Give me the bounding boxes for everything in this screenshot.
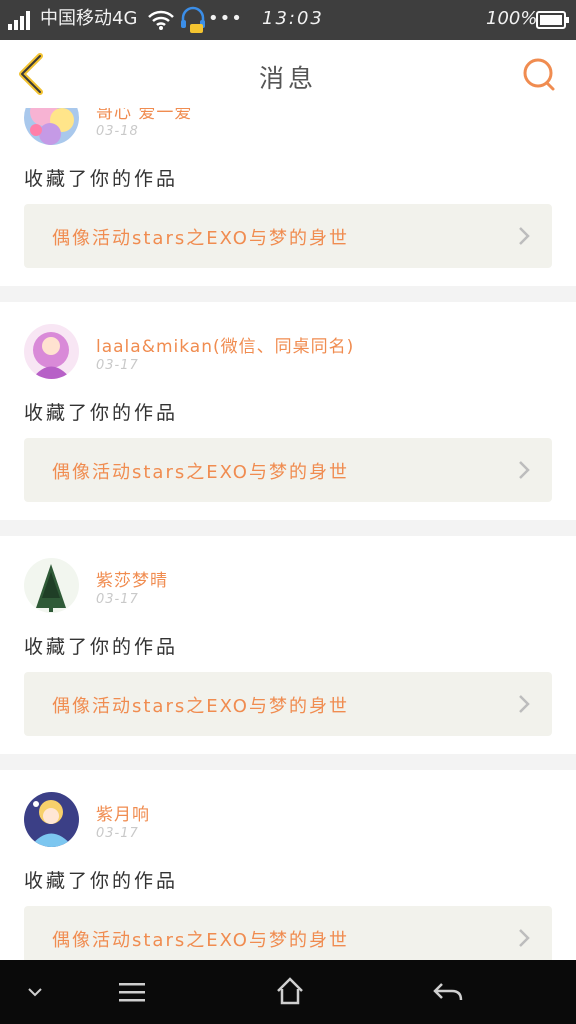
user-name[interactable]: laala&mikan(微信、同桌同名) (96, 332, 354, 357)
message-item[interactable]: 哥心 爱一爱 03-18 收藏了你的作品 偶像活动stars之EXO与梦的身世 (0, 108, 576, 286)
chevron-right-icon (519, 929, 530, 947)
signal-icon (8, 11, 30, 30)
wifi-icon (148, 10, 174, 30)
work-link[interactable]: 偶像活动stars之EXO与梦的身世 (24, 438, 552, 502)
back-arrow-icon[interactable] (432, 980, 464, 1004)
status-bar: 中国移动4G ••• 13:03 100% (0, 0, 576, 40)
avatar[interactable] (24, 324, 79, 379)
more-dots: ••• (208, 8, 243, 29)
avatar[interactable] (24, 558, 79, 613)
message-action: 收藏了你的作品 (24, 870, 179, 892)
message-date: 03-17 (96, 826, 139, 841)
carrier-text: 中国移动4G (40, 8, 138, 29)
avatar[interactable] (24, 108, 79, 145)
battery-icon (536, 11, 569, 29)
message-action: 收藏了你的作品 (24, 168, 179, 190)
battery-percent: 100% (486, 8, 538, 29)
clock: 13:03 (262, 8, 324, 29)
work-title: 偶像活动stars之EXO与梦的身世 (52, 696, 349, 717)
message-list[interactable]: 哥心 爱一爱 03-18 收藏了你的作品 偶像活动stars之EXO与梦的身世 … (0, 108, 576, 960)
message-action: 收藏了你的作品 (24, 636, 179, 658)
chevron-right-icon (519, 461, 530, 479)
work-link[interactable]: 偶像活动stars之EXO与梦的身世 (24, 906, 552, 960)
nav-bar: 消息 (0, 40, 576, 109)
message-date: 03-17 (96, 358, 139, 373)
search-icon[interactable] (520, 56, 558, 94)
message-item[interactable]: laala&mikan(微信、同桌同名) 03-17 收藏了你的作品 偶像活动s… (0, 302, 576, 520)
work-title: 偶像活动stars之EXO与梦的身世 (52, 930, 349, 951)
chevron-down-icon[interactable] (26, 986, 44, 998)
work-title: 偶像活动stars之EXO与梦的身世 (52, 228, 349, 249)
message-date: 03-18 (96, 124, 139, 139)
work-link[interactable]: 偶像活动stars之EXO与梦的身世 (24, 672, 552, 736)
user-name[interactable]: 紫月响 (96, 800, 150, 825)
system-nav-bar (0, 960, 576, 1024)
chevron-right-icon (519, 227, 530, 245)
work-title: 偶像活动stars之EXO与梦的身世 (52, 462, 349, 483)
message-date: 03-17 (96, 592, 139, 607)
message-action: 收藏了你的作品 (24, 402, 179, 424)
message-item[interactable]: 紫莎梦晴 03-17 收藏了你的作品 偶像活动stars之EXO与梦的身世 (0, 536, 576, 754)
headset-notification-icon (181, 6, 205, 33)
menu-icon[interactable] (118, 980, 146, 1004)
avatar[interactable] (24, 792, 79, 847)
user-name[interactable]: 哥心 爱一爱 (96, 108, 192, 123)
work-link[interactable]: 偶像活动stars之EXO与梦的身世 (24, 204, 552, 268)
message-item[interactable]: 紫月响 03-17 收藏了你的作品 偶像活动stars之EXO与梦的身世 (0, 770, 576, 960)
chevron-right-icon (519, 695, 530, 713)
page-title: 消息 (258, 64, 317, 93)
home-icon[interactable] (275, 976, 305, 1006)
user-name[interactable]: 紫莎梦晴 (96, 566, 168, 591)
